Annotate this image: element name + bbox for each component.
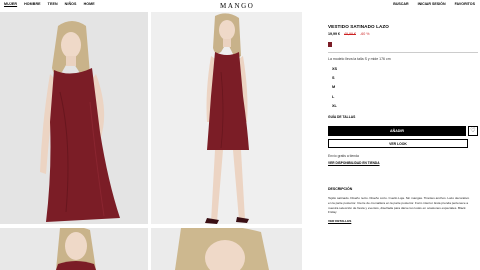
description-title: DESCRIPCIÓN — [328, 187, 353, 192]
nav-search[interactable]: BUSCAR — [393, 2, 408, 6]
brand-logo[interactable]: MANGO — [220, 2, 254, 10]
price-original: 49,99 € — [344, 32, 356, 36]
product-panel: VESTIDO SATINADO LAZO 19,99 € 49,99 € -6… — [328, 24, 478, 223]
shipping-info: Envío gratis a tienda — [328, 154, 359, 159]
price-row: 19,99 € 49,99 € -60 % — [328, 32, 478, 36]
size-option-xs[interactable]: XS — [328, 67, 478, 71]
size-guide-link[interactable]: GUÍA DE TALLAS — [328, 115, 478, 119]
product-title: VESTIDO SATINADO LAZO — [328, 24, 389, 29]
model-info: La modelo lleva la talla S y mide 176 cm — [328, 56, 391, 61]
nav-login[interactable]: INICIAR SESIÓN — [418, 2, 446, 6]
nav-home[interactable]: HOME — [84, 2, 95, 6]
view-look-button[interactable]: VER LOOK — [328, 139, 468, 149]
nav-right: BUSCAR INICIAR SESIÓN FAVORITOS — [393, 2, 475, 6]
nav-mujer[interactable]: MUJER — [4, 2, 17, 6]
add-row: AÑADIR ♡ — [328, 126, 478, 137]
color-swatch[interactable] — [328, 42, 332, 47]
nav-left: MUJER HOMBRE TEEN NIÑOS HOME — [4, 2, 95, 6]
price-current: 19,99 € — [328, 32, 340, 36]
divider — [328, 52, 478, 53]
nav-ninos[interactable]: NIÑOS — [65, 2, 77, 6]
size-list: XS S M L XL — [328, 67, 478, 109]
discount-badge: -60 % — [360, 32, 370, 36]
store-availability-link[interactable]: VER DISPONIBILIDAD EN TIENDA — [328, 161, 478, 165]
description-text: Tejido satinado. Diseño recto. Diseño co… — [328, 196, 470, 215]
product-photo-2[interactable] — [151, 12, 302, 224]
size-option-xl[interactable]: XL — [328, 104, 478, 108]
model-photo-illustration — [0, 12, 148, 224]
nav-favorites[interactable]: FAVORITOS — [455, 2, 475, 6]
product-photo-1[interactable] — [0, 12, 148, 224]
add-to-cart-button[interactable]: AÑADIR — [328, 126, 466, 137]
model-photo-illustration-3 — [0, 228, 148, 270]
details-link[interactable]: VER DETALLES — [328, 219, 478, 223]
product-photo-3[interactable] — [0, 228, 148, 270]
product-photo-4[interactable] — [151, 228, 302, 270]
size-option-m[interactable]: M — [328, 85, 478, 89]
nav-teen[interactable]: TEEN — [48, 2, 58, 6]
model-closeup-illustration — [151, 228, 302, 270]
nav-hombre[interactable]: HOMBRE — [24, 2, 41, 6]
model-fullbody-illustration — [151, 12, 302, 224]
heart-icon[interactable]: ♡ — [468, 126, 478, 137]
size-option-s[interactable]: S — [328, 76, 478, 80]
size-option-l[interactable]: L — [328, 95, 478, 99]
top-nav: MUJER HOMBRE TEEN NIÑOS HOME MANGO BUSCA… — [0, 0, 480, 10]
